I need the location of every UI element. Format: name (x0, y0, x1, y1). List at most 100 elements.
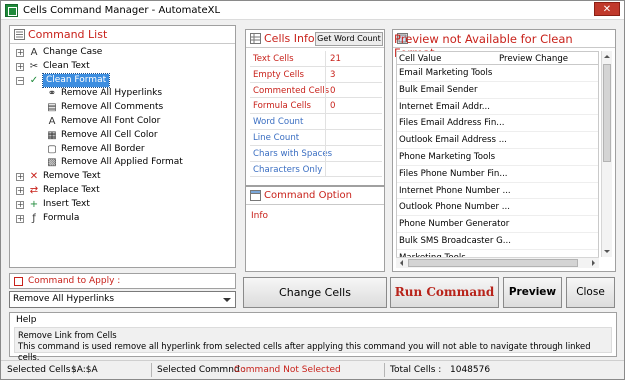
tree-item-label[interactable]: Insert Text (43, 198, 90, 212)
insert-text-icon: + (29, 198, 39, 210)
get-word-count-button[interactable]: Get Word Count (315, 32, 383, 46)
tree-item-label[interactable]: Formula (43, 212, 79, 226)
cells-info-value: 0 (330, 101, 336, 112)
scroll-left-icon[interactable] (400, 260, 403, 266)
expand-icon[interactable]: + (16, 62, 24, 71)
tree-item[interactable]: + ✕ Remove Text (14, 170, 231, 184)
command-option-info: Info (251, 211, 269, 221)
expand-icon[interactable]: + (16, 200, 24, 209)
preview-row[interactable]: Internet Phone Number ... (397, 183, 598, 200)
cells-info-separator (325, 114, 326, 130)
help-line-1: Remove Link from Cells (18, 330, 117, 340)
cells-info-header: Cells Info Get Word Count (246, 30, 384, 48)
preview-row[interactable]: Files Phone Number Fin... (397, 166, 598, 183)
preview-row[interactable]: Bulk SMS Broadcaster G... (397, 233, 598, 250)
preview-panel: Preview not Available for Clean Format C… (392, 29, 616, 272)
cells-info-row: Chars with Spaces (250, 145, 382, 162)
cells-info-key: Characters Only (253, 164, 323, 175)
tree-item[interactable]: A Remove All Font Color (14, 115, 231, 129)
tree-item-label[interactable]: Remove All Cell Color (61, 129, 158, 143)
column-header-preview-change[interactable]: Preview Change (499, 54, 568, 64)
tree-item[interactable]: + ƒ Formula (14, 212, 231, 226)
preview-button[interactable]: Preview (503, 277, 562, 308)
tree-item-label[interactable]: Replace Text (43, 184, 100, 198)
cells-info-separator (325, 66, 326, 82)
chevron-down-icon[interactable] (223, 298, 231, 302)
cells-info-table: Text Cells 21 Empty Cells 3 Commented Cells 0… (250, 51, 382, 178)
tree-item[interactable]: ▢ Remove All Border (14, 143, 231, 157)
cells-info-key: Formula Cells (253, 101, 312, 112)
preview-row[interactable]: Bulk Email Sender (397, 82, 598, 99)
cells-info-key: Word Count (253, 117, 304, 128)
status-divider (384, 363, 385, 377)
cells-info-value: 0 (330, 85, 336, 96)
scroll-up-icon[interactable] (604, 55, 610, 58)
cells-info-separator (325, 98, 326, 114)
tree-item-label[interactable]: Remove All Comments (61, 101, 163, 115)
tree-item-label[interactable]: Change Case (43, 46, 102, 60)
options-icon (250, 190, 261, 201)
collapse-icon[interactable]: − (16, 76, 24, 85)
cells-info-key: Commented Cells (253, 85, 330, 96)
preview-row[interactable]: Files Email Address Fin... (397, 115, 598, 133)
tree-item[interactable]: + + Insert Text (14, 198, 231, 212)
preview-header: Preview not Available for Clean Format (393, 30, 615, 60)
cells-info-value: 3 (330, 69, 336, 80)
tree-item-label[interactable]: Remove Text (43, 170, 101, 184)
cells-info-key: Line Count (253, 132, 300, 143)
preview-row[interactable]: Phone Number Generator (397, 216, 598, 233)
horizontal-scrollbar[interactable] (396, 257, 599, 268)
command-list-title: Command List (28, 28, 108, 41)
expand-icon[interactable]: + (16, 214, 24, 223)
preview-row[interactable]: Outlook Phone Number ... (397, 199, 598, 217)
tree-item[interactable]: ▦ Remove All Cell Color (14, 129, 231, 143)
format-icon: ▧ (47, 157, 57, 169)
close-button[interactable]: Close (566, 277, 615, 308)
expand-icon[interactable]: + (16, 173, 24, 182)
tree-item-label[interactable]: Remove All Border (61, 143, 145, 157)
tree-item[interactable]: − ✓ Clean Format (14, 72, 231, 89)
tree-item[interactable]: + ⇄ Replace Text (14, 184, 231, 198)
command-list-header: Command List (10, 26, 235, 44)
tree-item-label[interactable]: Remove All Hyperlinks (61, 87, 162, 101)
tree-item[interactable]: ▤ Remove All Comments (14, 101, 231, 115)
preview-row[interactable]: Outlook Email Address ... (397, 132, 598, 149)
command-option-header: Command Option (246, 187, 384, 205)
tree-item-label[interactable]: Remove All Font Color (61, 115, 160, 129)
preview-row[interactable]: Email Marketing Tools (397, 65, 598, 82)
command-option-panel: Command Option Info (245, 186, 385, 272)
comment-icon: ▤ (47, 102, 57, 114)
command-list-panel: Command List + A Change Case + ✂ Clean Text − ✓… (9, 25, 236, 268)
help-panel: Help Remove Link from Cells This command… (9, 312, 617, 362)
tree-item-label[interactable]: Clean Text (43, 60, 90, 74)
scroll-down-icon[interactable] (604, 250, 610, 253)
command-to-apply-value: Remove All Hyperlinks (13, 294, 115, 304)
tree-item-label[interactable]: Clean Format (41, 72, 111, 89)
column-header-cell-value[interactable]: Cell Value (399, 54, 441, 64)
expand-icon[interactable]: + (16, 186, 24, 195)
status-bar: Selected Cells : $A:$A Selected Commnd :… (1, 360, 624, 379)
window-close-button[interactable]: ✕ (594, 2, 620, 16)
tree-item[interactable]: + A Change Case (14, 46, 231, 60)
scroll-right-icon[interactable] (592, 260, 595, 266)
preview-rows: Email Marketing Tools Bulk Email Sender In… (397, 65, 598, 267)
vertical-scroll-thumb[interactable] (603, 64, 611, 162)
tree-item[interactable]: + ✂ Clean Text (14, 60, 231, 74)
cells-info-title: Cells Info (264, 32, 315, 45)
tree-item[interactable]: ⚭ Remove All Hyperlinks (14, 87, 231, 101)
cells-info-row: Line Count (250, 129, 382, 146)
remove-text-icon: ✕ (29, 171, 39, 183)
cells-info-key: Chars with Spaces (253, 148, 333, 159)
vertical-scrollbar[interactable] (601, 51, 612, 257)
preview-row[interactable]: Phone Marketing Tools (397, 149, 598, 166)
cells-info-key: Empty Cells (253, 69, 304, 80)
expand-icon[interactable]: + (16, 49, 24, 57)
preview-row[interactable]: Internet Email Addr... (397, 99, 598, 116)
command-to-apply-dropdown[interactable]: Remove All Hyperlinks (9, 291, 236, 308)
run-command-button[interactable]: Run Command (390, 277, 499, 308)
tree-item[interactable]: ▧ Remove All Applied Format (14, 156, 231, 170)
horizontal-scroll-thumb[interactable] (408, 259, 578, 267)
tree-item-label[interactable]: Remove All Applied Format (61, 156, 183, 170)
cells-info-row: Commented Cells 0 (250, 82, 382, 99)
change-cells-button[interactable]: Change Cells (243, 277, 387, 308)
